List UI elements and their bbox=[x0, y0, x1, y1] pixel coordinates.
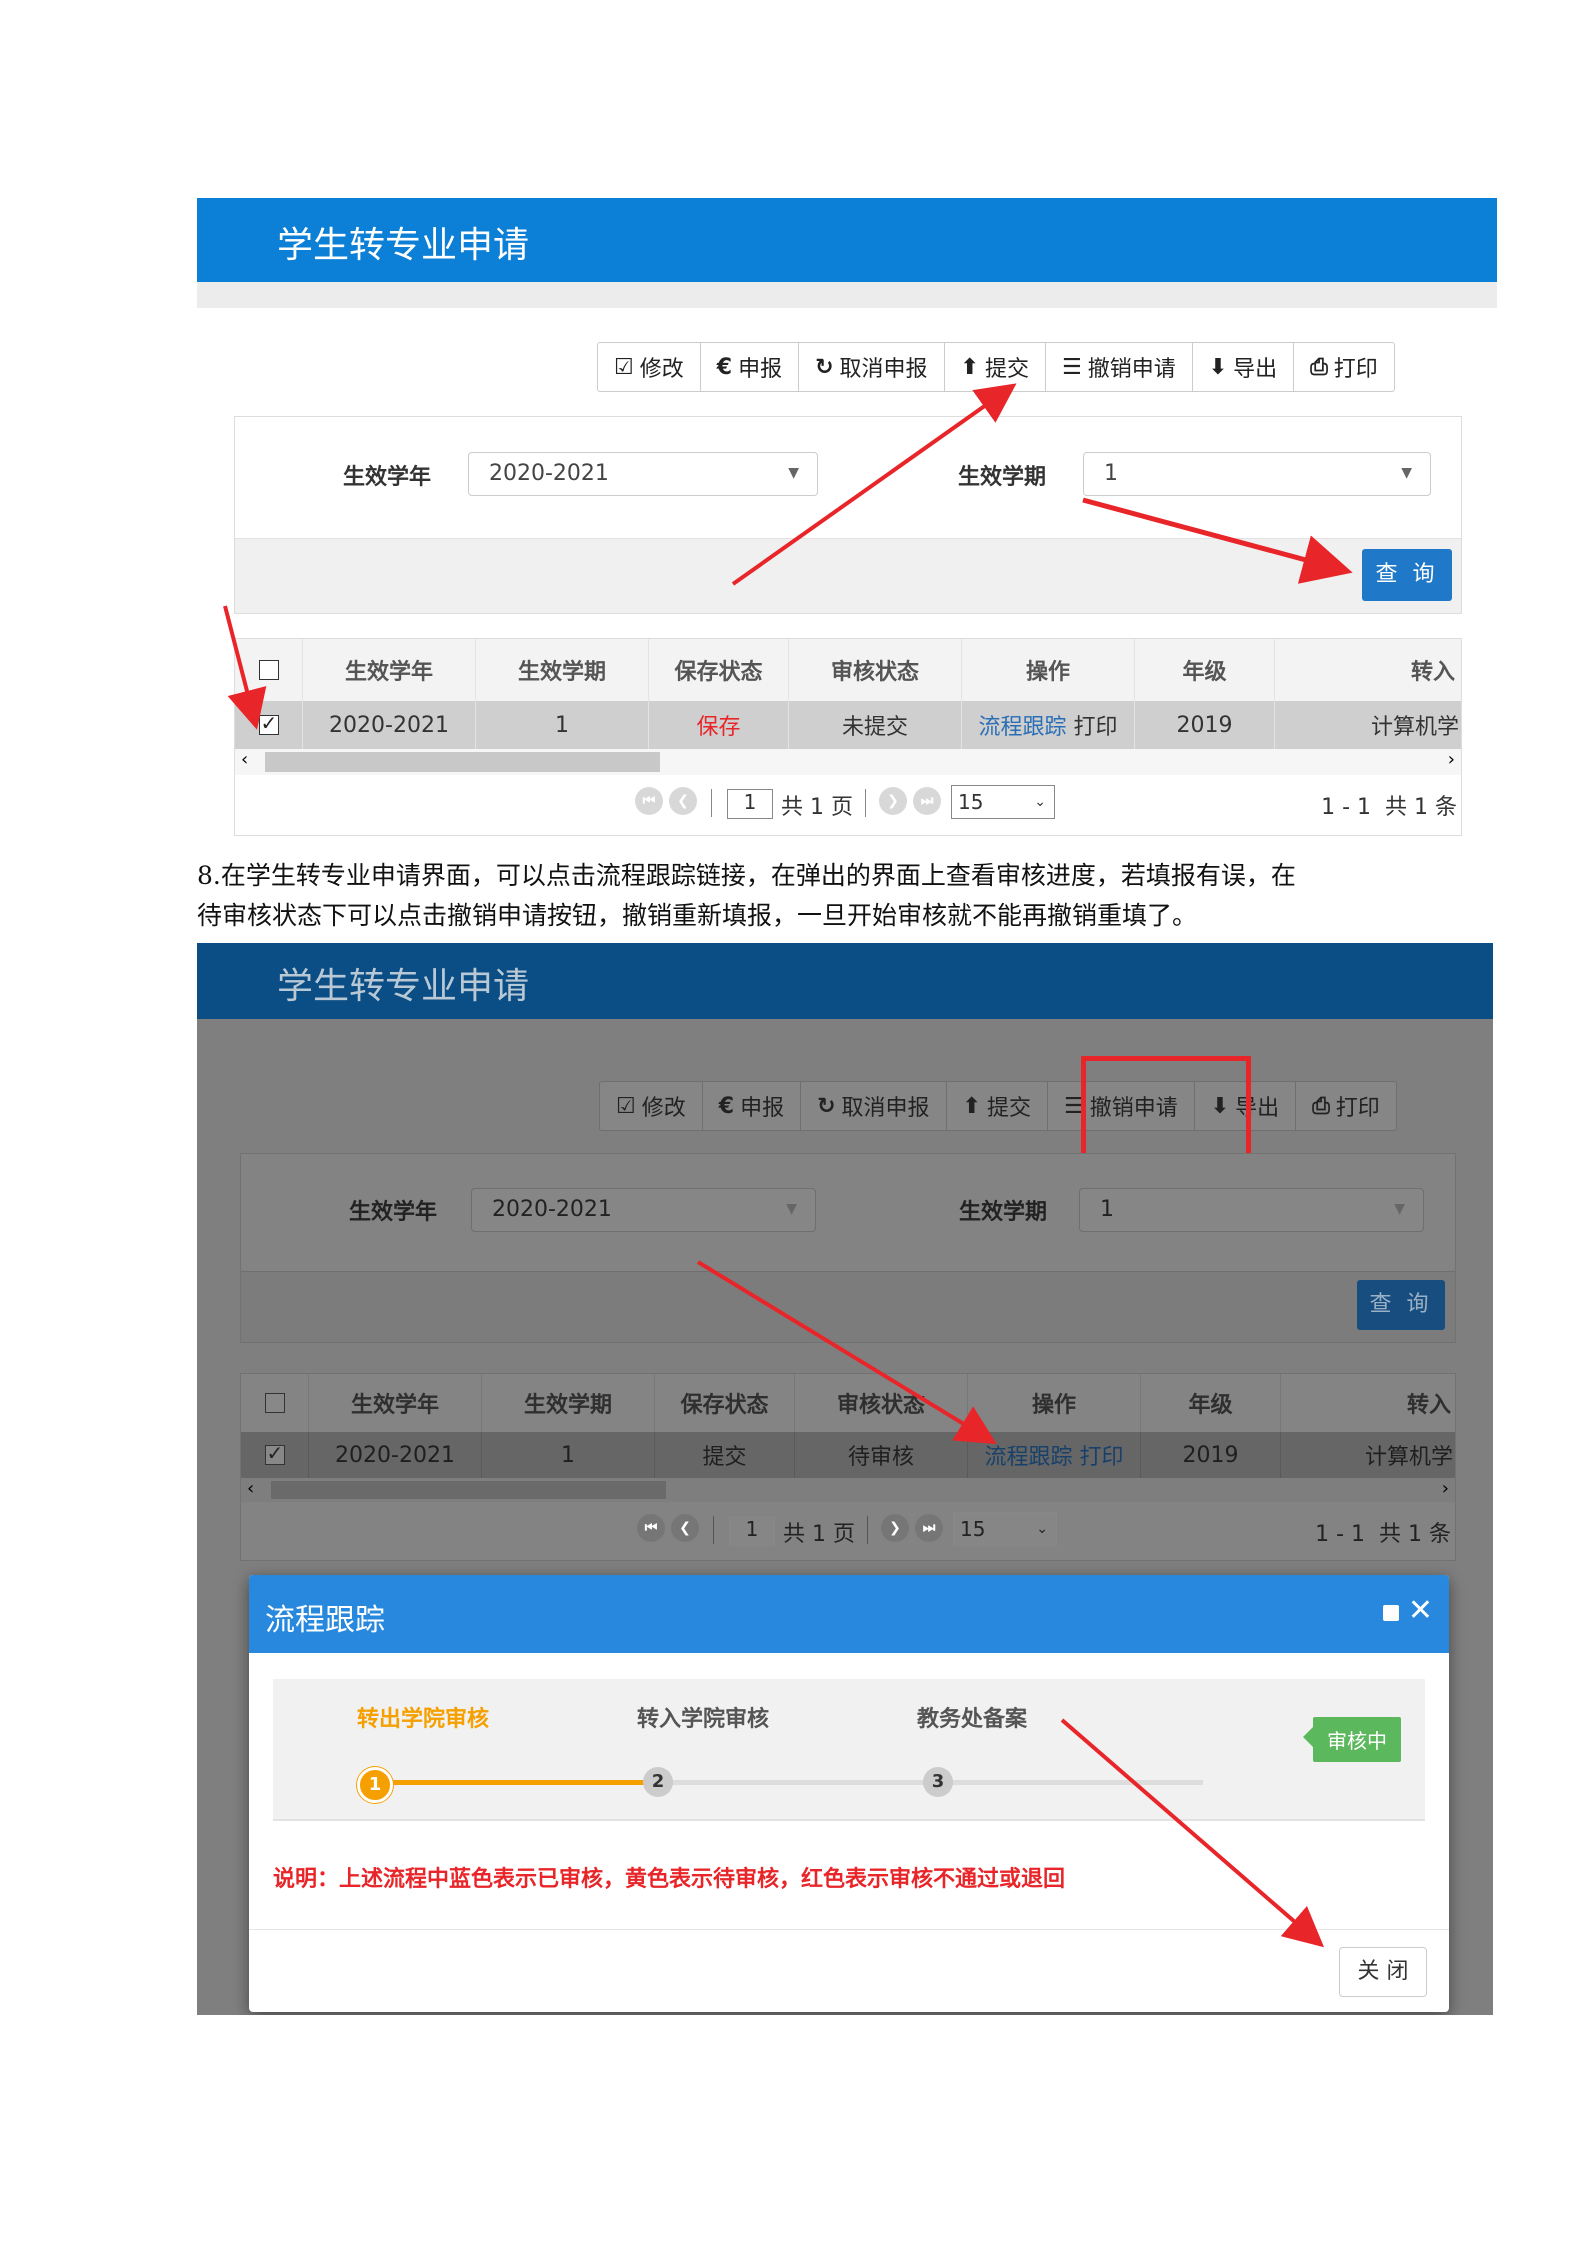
annotation-arrows-bottom bbox=[696, 1260, 1325, 1948]
arrow-to-track-link bbox=[696, 1260, 997, 1445]
arrow-to-close-button bbox=[1060, 1718, 1325, 1948]
